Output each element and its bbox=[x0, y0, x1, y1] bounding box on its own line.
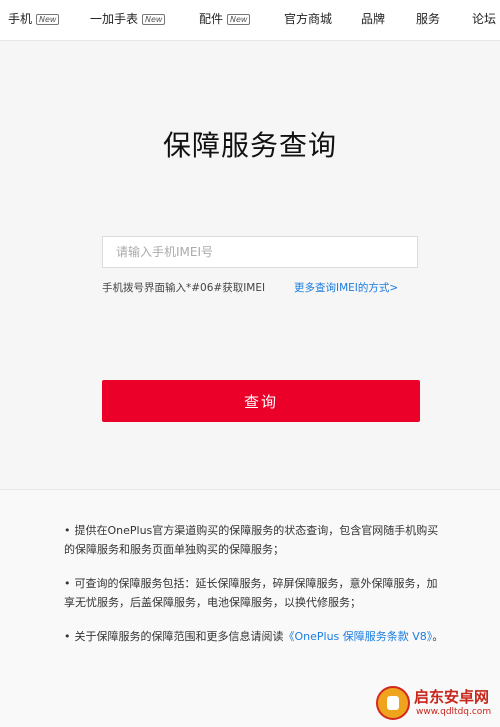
nav-item-label: 官方商城 bbox=[284, 12, 333, 26]
nav-item-watch[interactable]: 一加手表 New bbox=[90, 11, 166, 27]
bullet-icon: • bbox=[64, 577, 71, 590]
nav-item-forum[interactable]: 论坛 bbox=[472, 11, 496, 27]
more-imei-methods-link[interactable]: 更多查询IMEI的方式> bbox=[294, 280, 398, 295]
note-text: 关于保障服务的保障范围和更多信息请阅读 bbox=[74, 630, 284, 643]
nav-item-label: 配件 bbox=[199, 12, 224, 26]
watermark-logo-icon bbox=[376, 686, 410, 720]
nav-item-phones[interactable]: 手机 New bbox=[8, 11, 60, 27]
top-navigation: 手机 New 一加手表 New 配件 New 官方商城 品牌 服务 论坛 bbox=[0, 0, 500, 41]
watermark-url: www.qdltdq.com bbox=[416, 707, 492, 717]
nav-item-label: 一加手表 bbox=[90, 12, 139, 26]
service-terms-link[interactable]: 《OnePlus 保障服务条款 V8》 bbox=[284, 630, 433, 643]
imei-input[interactable] bbox=[102, 236, 418, 268]
nav-item-official-store[interactable]: 官方商城 bbox=[284, 11, 332, 27]
nav-item-label: 论坛 bbox=[472, 12, 497, 26]
watermark-title: 启东安卓网 bbox=[414, 688, 490, 706]
note-item: • 关于保障服务的保障范围和更多信息请阅读《OnePlus 保障服务条款 V8》。 bbox=[64, 627, 444, 646]
nav-item-label: 手机 bbox=[8, 12, 33, 26]
new-badge: New bbox=[142, 14, 166, 25]
nav-item-label: 品牌 bbox=[361, 12, 386, 26]
watermark: 启东安卓网 www.qdltdq.com bbox=[376, 684, 500, 724]
page-title: 保障服务查询 bbox=[162, 129, 337, 162]
nav-item-brand[interactable]: 品牌 bbox=[361, 11, 385, 27]
nav-item-label: 服务 bbox=[416, 12, 441, 26]
bullet-icon: • bbox=[64, 630, 71, 643]
new-badge: New bbox=[36, 14, 60, 25]
query-button[interactable]: 查询 bbox=[102, 380, 420, 422]
note-item: • 提供在OnePlus官方渠道购买的保障服务的状态查询，包含官网随手机购买的保障… bbox=[64, 521, 444, 559]
bullet-icon: • bbox=[64, 524, 71, 537]
nav-item-accessories[interactable]: 配件 New bbox=[199, 11, 251, 27]
note-suffix: 。 bbox=[432, 630, 444, 643]
note-text: 提供在OnePlus官方渠道购买的保障服务的状态查询，包含官网随手机购买的保障服… bbox=[64, 524, 439, 556]
nav-item-service[interactable]: 服务 bbox=[416, 11, 440, 27]
new-badge: New bbox=[227, 14, 251, 25]
note-text: 可查询的保障服务包括：延长保障服务，碎屏保障服务，意外保障服务，加享无忧服务，后… bbox=[64, 577, 438, 609]
imei-hint: 手机拨号界面输入*#06#获取IMEI bbox=[102, 282, 266, 294]
note-item: • 可查询的保障服务包括：延长保障服务，碎屏保障服务，意外保障服务，加享无忧服务，… bbox=[64, 574, 444, 612]
